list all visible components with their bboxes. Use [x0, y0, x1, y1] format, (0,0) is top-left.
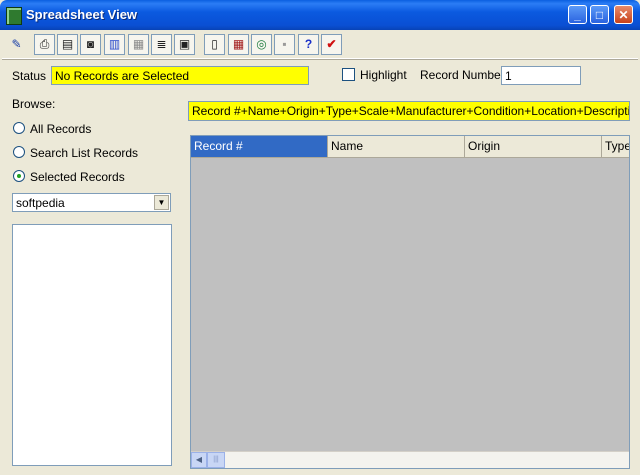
column-header-type[interactable]: Type [602, 136, 629, 158]
records-listbox[interactable] [12, 224, 172, 466]
radio-selected-records-label: Selected Records [30, 170, 125, 184]
spreadsheet-grid[interactable]: Record # Name Origin Type ◀ ||| [190, 135, 630, 469]
report-button[interactable]: ≣ [151, 34, 172, 55]
browse-label: Browse: [12, 97, 56, 111]
close-button[interactable]: ✕ [614, 5, 633, 24]
disc-icon: ◎ [256, 37, 267, 51]
print-icon: ⎙ [39, 37, 50, 51]
field-list-banner: Record #+Name+Origin+Type+Scale+Manufact… [188, 101, 630, 121]
calendar-icon: ▦ [232, 37, 245, 51]
record-number-input[interactable]: 1 [501, 66, 581, 85]
horizontal-scrollbar[interactable]: ◀ ||| [191, 451, 629, 468]
highlight-checkbox[interactable] [342, 68, 355, 81]
record-number-label: Record Number [420, 68, 505, 82]
table-button[interactable]: ▦ [128, 34, 149, 55]
status-label: Status [12, 69, 47, 83]
edit-record-icon: ✎ [11, 37, 22, 51]
image-report-button[interactable]: ▣ [174, 34, 195, 55]
grid-header: Record # Name Origin Type [191, 136, 629, 158]
column-header-origin[interactable]: Origin [465, 136, 602, 158]
edit-record-button[interactable]: ✎ [6, 34, 27, 55]
radio-all-records[interactable] [13, 122, 25, 134]
radio-search-list-records-label: Search List Records [30, 146, 139, 160]
print-button[interactable]: ⎙ [34, 34, 55, 55]
title-bar[interactable]: Spreadsheet View _ □ ✕ [0, 0, 640, 30]
highlight-label: Highlight [360, 68, 407, 82]
radio-all-records-label: All Records [30, 122, 92, 136]
print-preview-icon: ▤ [61, 37, 74, 51]
disc-button[interactable]: ◎ [251, 34, 272, 55]
check-icon: ✔ [326, 37, 337, 51]
column-header-record[interactable]: Record # [191, 136, 328, 158]
minimize-button[interactable]: _ [568, 5, 587, 24]
camera-icon: ◙ [86, 37, 95, 51]
save-icon: ▪ [282, 37, 287, 51]
toolbar: ✎ ⎙ ▤ ◙ ▥ ▦ ≣ ▣ ▯ ▦ ◎ ▪ ? ✔ [2, 32, 638, 59]
window-title: Spreadsheet View [26, 7, 138, 22]
chevron-down-icon[interactable]: ▼ [154, 195, 169, 210]
image-report-icon: ▣ [178, 37, 191, 51]
confirm-button[interactable]: ✔ [321, 34, 342, 55]
radio-selected-records[interactable] [13, 170, 25, 182]
save-button[interactable]: ▪ [274, 34, 295, 55]
print-preview-button[interactable]: ▤ [57, 34, 78, 55]
status-field: No Records are Selected [51, 66, 309, 85]
bar-chart-icon: ▥ [108, 37, 121, 51]
scroll-thumb[interactable]: ||| [207, 452, 225, 468]
scroll-left-icon[interactable]: ◀ [191, 452, 207, 468]
camera-button[interactable]: ◙ [80, 34, 101, 55]
spreadsheet-window: Spreadsheet View _ □ ✕ ✎ ⎙ ▤ ◙ ▥ ▦ ≣ ▣ ▯… [0, 0, 640, 475]
browse-combo[interactable]: softpedia ▼ [12, 193, 171, 212]
calculator-button[interactable]: ▯ [204, 34, 225, 55]
radio-search-list-records[interactable] [13, 146, 25, 158]
table-icon: ▦ [132, 37, 145, 51]
column-header-name[interactable]: Name [328, 136, 465, 158]
report-icon: ≣ [156, 37, 167, 51]
browse-combo-value: softpedia [16, 196, 65, 210]
calculator-icon: ▯ [211, 37, 218, 51]
maximize-button[interactable]: □ [590, 5, 609, 24]
bar-chart-button[interactable]: ▥ [104, 34, 125, 55]
calendar-button[interactable]: ▦ [228, 34, 249, 55]
help-button[interactable]: ? [298, 34, 319, 55]
app-icon [6, 7, 22, 25]
help-icon: ? [304, 37, 313, 51]
